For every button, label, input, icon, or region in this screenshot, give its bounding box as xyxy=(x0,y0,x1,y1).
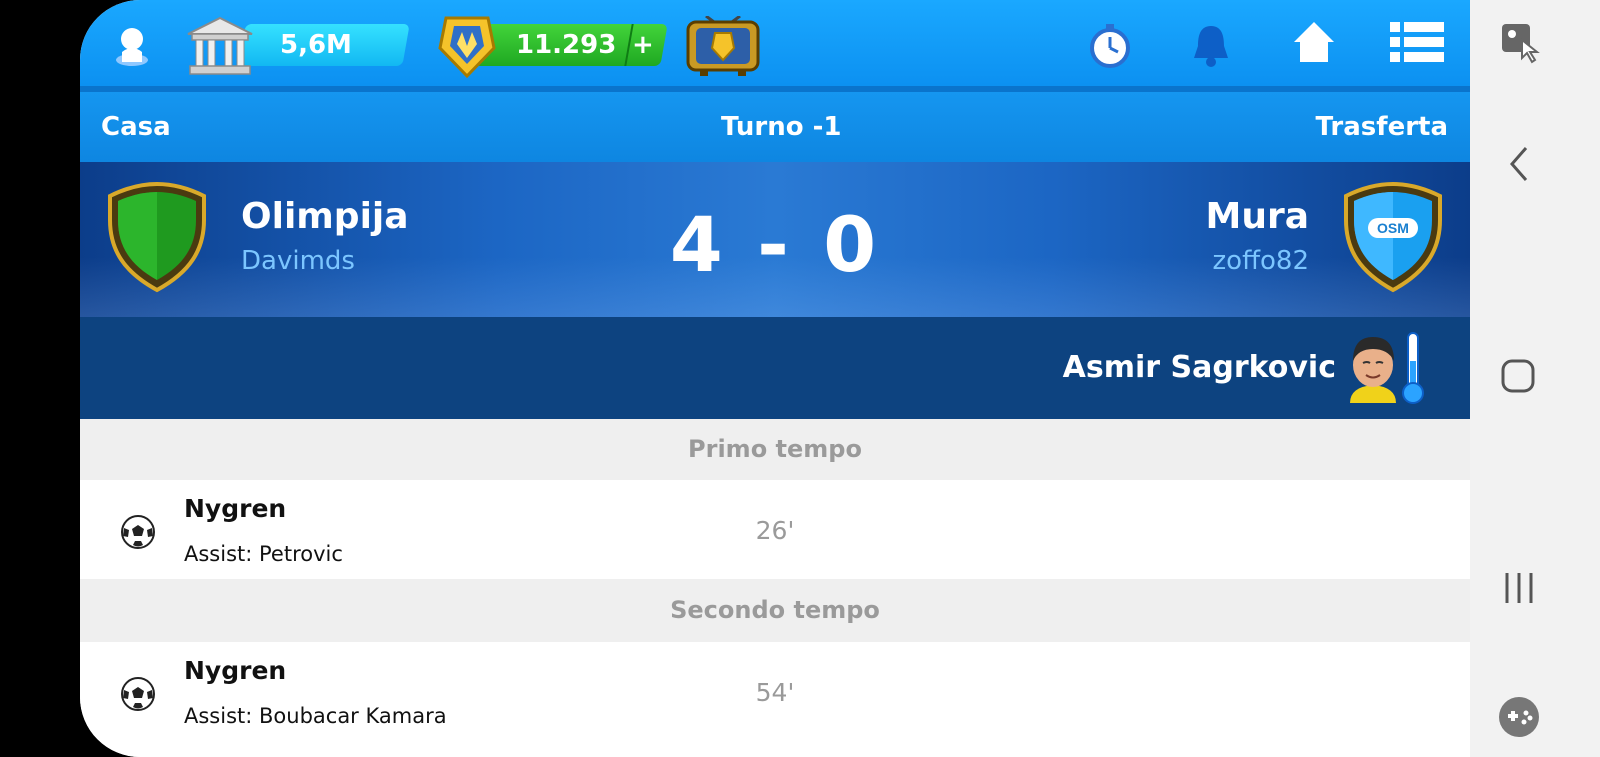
away-crest-label: OSM xyxy=(1377,220,1409,236)
android-navigation-bar xyxy=(1470,0,1600,757)
match-score: 4 - 0 xyxy=(669,200,881,289)
bell-icon[interactable] xyxy=(1190,22,1232,68)
match-header-bar: Casa Turno -1 Trasferta xyxy=(80,92,1470,162)
soccer-ball-icon xyxy=(121,515,155,549)
period-header-first-half: Primo tempo xyxy=(80,419,1470,480)
screen: 5,6M 11.293 + Casa Turno -1 Trasferta Ol… xyxy=(0,0,1600,757)
match-panel: Olimpija Davimds 4 - 0 Mura zoffo82 OSM xyxy=(80,162,1470,317)
coins-value: 11.293 xyxy=(516,30,617,60)
money-value: 5,6M xyxy=(280,30,352,60)
back-icon[interactable] xyxy=(1506,144,1532,184)
bank-icon[interactable] xyxy=(186,16,254,76)
period-header-second-half: Secondo tempo xyxy=(80,579,1470,642)
thermometer-icon xyxy=(1402,332,1424,404)
home-team-crest[interactable] xyxy=(104,180,210,294)
round-label: Turno -1 xyxy=(721,112,842,142)
coin-shield-icon[interactable] xyxy=(432,12,502,80)
away-team-name[interactable]: Mura xyxy=(1206,196,1310,237)
game-app: 5,6M 11.293 + Casa Turno -1 Trasferta Ol… xyxy=(80,0,1470,757)
home-circle-icon[interactable] xyxy=(1500,358,1536,394)
scorer-name: Nygren xyxy=(184,494,287,523)
scorer-name: Nygren xyxy=(184,656,287,685)
away-manager-name[interactable]: zoffo82 xyxy=(1213,246,1309,276)
home-manager-name[interactable]: Davimds xyxy=(241,246,355,276)
assist-text: Assist: Boubacar Kamara xyxy=(184,704,447,728)
top-bar: 5,6M 11.293 + xyxy=(80,0,1470,92)
away-label: Trasferta xyxy=(1315,112,1448,142)
goal-minute: 26' xyxy=(755,516,795,545)
man-of-the-match-bar: Asmir Sagrkovic xyxy=(80,317,1470,419)
away-team-crest[interactable]: OSM xyxy=(1340,180,1446,294)
goal-event-row[interactable]: Nygren Assist: Petrovic 26' xyxy=(80,480,1470,579)
assist-text: Assist: Petrovic xyxy=(184,542,343,566)
goal-event-row[interactable]: Nygren Assist: Boubacar Kamara 54' xyxy=(80,642,1470,757)
home-label: Casa xyxy=(101,112,171,142)
goal-minute: 54' xyxy=(755,678,795,707)
player-avatar-icon[interactable] xyxy=(1344,331,1402,403)
home-icon[interactable] xyxy=(1292,20,1336,64)
game-tools-icon[interactable] xyxy=(1498,696,1540,738)
tv-icon[interactable] xyxy=(686,16,760,78)
stopwatch-icon[interactable] xyxy=(1088,22,1132,68)
soccer-ball-icon xyxy=(121,677,155,711)
profile-icon[interactable] xyxy=(110,22,154,66)
player-name[interactable]: Asmir Sagrkovic xyxy=(1063,350,1336,385)
screen-capture-icon[interactable] xyxy=(1500,22,1542,64)
menu-icon[interactable] xyxy=(1390,20,1444,64)
recents-icon[interactable] xyxy=(1502,570,1536,606)
home-team-name[interactable]: Olimpija xyxy=(241,196,409,237)
buy-coins-button[interactable]: + xyxy=(632,22,654,68)
